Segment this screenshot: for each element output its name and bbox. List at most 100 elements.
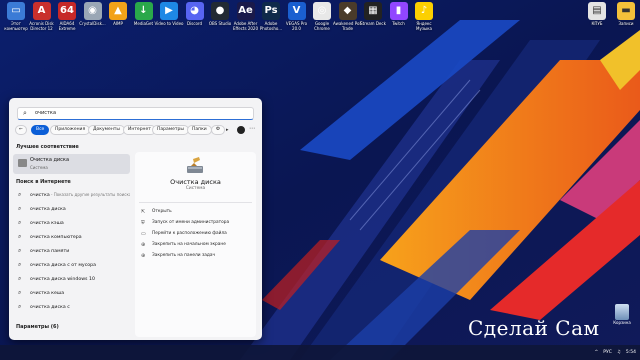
search-value: очистка — [35, 110, 57, 116]
web-suggestion-text: очистка кеша — [30, 291, 65, 296]
settings-header: Параметры (6) — [16, 324, 59, 330]
web-suggestion[interactable]: ⌕ очистка диска windows 10 — [13, 273, 130, 285]
avatar[interactable] — [237, 126, 245, 134]
acronis-icon: A — [32, 2, 51, 20]
filter-apps[interactable]: Приложения — [50, 125, 91, 135]
yandex-music-icon: ♪ — [415, 2, 433, 20]
twitch-icon: ▮ — [389, 2, 408, 20]
preview-action-label: Открыть — [152, 209, 172, 214]
mediaget-icon: ↓ — [134, 2, 153, 20]
stream-deck-icon: ▦ — [364, 2, 382, 20]
discord-icon: ◕ — [185, 2, 204, 20]
after-effects-icon: Ae — [236, 2, 255, 20]
pin-icon: ⊕ — [141, 242, 146, 248]
web-suggestion-text: очистка — [30, 193, 50, 198]
desktop-shortcut-label: Записи — [618, 21, 634, 26]
language-indicator[interactable]: РУС — [603, 347, 612, 358]
more-options-icon[interactable]: ⋯ — [249, 125, 255, 132]
search-icon: ⌕ — [18, 191, 22, 198]
web-suggestion[interactable]: ⌕ очистка кеша — [13, 287, 130, 299]
branding-text: Сделай Сам — [468, 316, 600, 340]
disk-cleanup-icon — [187, 157, 203, 173]
desktop-shortcut-label: Яндекс Музыка — [416, 21, 432, 31]
tray-arrow-icon[interactable]: ^ — [594, 347, 598, 358]
search-icon: ⌕ — [18, 233, 22, 240]
filter-all[interactable]: Все — [31, 125, 50, 135]
obs-icon: ● — [211, 2, 229, 20]
calendar-icon: ▤ — [588, 2, 606, 20]
more-arrow-icon[interactable]: ▸ — [226, 127, 229, 133]
filter-documents[interactable]: Документы — [88, 125, 125, 135]
best-match-title: Очистка диска — [30, 157, 70, 163]
web-suggestion-text: очистка диска — [30, 207, 66, 212]
best-match-item[interactable]: Очистка диска Система — [13, 154, 130, 174]
folder-icon: ▭ — [141, 231, 146, 237]
back-arrow-icon[interactable]: ← — [15, 125, 27, 135]
filter-folders[interactable]: Папки — [187, 125, 212, 135]
admin-shield-icon: ⛨ — [141, 220, 145, 226]
web-suggestion[interactable]: ⌕ очистка - Показать другие результаты по… — [13, 189, 130, 201]
preview-action[interactable]: ⊕ Закрепить на начальном экране — [141, 240, 251, 250]
preview-title: Очистка диска — [170, 178, 221, 186]
search-icon: ⌕ — [18, 275, 22, 282]
photoshop-icon: Ps — [262, 2, 280, 20]
aimp-icon: ▲ — [109, 2, 127, 20]
preview-action[interactable]: ▭ Перейти к расположению файла — [141, 229, 251, 239]
preview-action[interactable]: ⊕ Закрепить на панели задач — [141, 251, 251, 261]
search-icon: ⌕ — [18, 219, 22, 226]
chrome-icon: ◎ — [313, 2, 331, 20]
notes-icon: ▬ — [617, 2, 635, 20]
preview-action-label: Запуск от имени администратора — [152, 220, 230, 225]
web-suggestion[interactable]: ⌕ очистка диска с от мусора — [13, 259, 130, 271]
filter-settings[interactable]: Параметры — [152, 125, 189, 135]
web-suggestion-text: очистка диска с — [30, 305, 70, 310]
search-input[interactable]: ⌕ очистка — [17, 107, 254, 120]
crystaldisk-icon: ◉ — [83, 2, 102, 20]
web-suggestion[interactable]: ⌕ очистка диска с — [13, 301, 130, 313]
preview-subtitle: Система — [185, 186, 206, 191]
desktop-shortcut[interactable]: ♪ Яндекс Музыка — [409, 2, 439, 32]
clock[interactable]: 5:54 — [626, 347, 636, 358]
disk-cleanup-icon — [18, 159, 27, 167]
search-icon: ⌕ — [18, 261, 22, 268]
recycle-bin-icon — [615, 304, 629, 320]
web-suggestion[interactable]: ⌕ очистка памяти — [13, 245, 130, 257]
search-icon: ⌕ — [18, 247, 22, 254]
preview-action[interactable]: ⇱ Открыть — [141, 207, 251, 217]
preview-action[interactable]: ⛨ Запуск от имени администратора — [141, 218, 251, 228]
web-suggestion-sub: - Показать другие результаты поиска — [49, 192, 130, 197]
video-to-video-icon: ▶ — [160, 2, 178, 20]
search-panel: ⌕ очистка ← Все Приложения Документы Инт… — [9, 98, 262, 340]
web-suggestion-text: очистка кэша — [30, 221, 64, 226]
desktop-shortcut[interactable]: ▤ КПУБ — [582, 2, 612, 32]
web-suggestion-text: очистка диска windows 10 — [30, 277, 95, 282]
vegas-icon: V — [287, 2, 306, 20]
results-list: Лучшее соответствие Очистка диска Систем… — [13, 142, 130, 337]
desktop-shortcut[interactable]: ▬ Записи — [611, 2, 640, 32]
filter-web[interactable]: Интернет — [123, 125, 156, 135]
divider — [139, 202, 252, 203]
search-icon: ⌕ — [18, 289, 22, 296]
preview-pane: Очистка диска Система ⇱ Открыть ⛨ Запуск от… — [135, 152, 256, 337]
preview-action-label: Закрепить на панели задач — [152, 253, 216, 258]
preview-action-label: Перейти к расположению файла — [152, 231, 227, 236]
pin-taskbar-icon: ⊕ — [141, 253, 146, 259]
recycle-bin-label: Корзина — [613, 320, 631, 325]
system-tray: ^ РУС ♫ 5:54 — [594, 347, 636, 358]
aida64-icon: 64 — [58, 2, 76, 20]
web-suggestion[interactable]: ⌕ очистка компьютера — [13, 231, 130, 243]
filter-more[interactable]: Ф — [211, 125, 225, 135]
web-suggestion-text: очистка диска с от мусора — [30, 263, 97, 268]
best-match-header: Лучшее соответствие — [16, 144, 79, 150]
volume-icon[interactable]: ♫ — [617, 347, 621, 358]
search-icon: ⌕ — [18, 303, 22, 310]
taskbar: ^ РУС ♫ 5:54 — [0, 345, 640, 360]
web-suggestion[interactable]: ⌕ очистка кэша — [13, 217, 130, 229]
desktop-icons: ▭ Этот компьютер A Acronis Disk Director 12… — [0, 0, 640, 40]
preview-action-label: Закрепить на начальном экране — [152, 242, 226, 247]
web-search-header: Поиск в Интернете — [16, 179, 71, 185]
filter-chips: ← Все Приложения Документы Интернет Пара… — [15, 125, 256, 135]
search-icon: ⌕ — [18, 205, 22, 212]
recycle-bin[interactable]: Корзина — [611, 304, 633, 325]
web-suggestion[interactable]: ⌕ очистка диска — [13, 203, 130, 215]
